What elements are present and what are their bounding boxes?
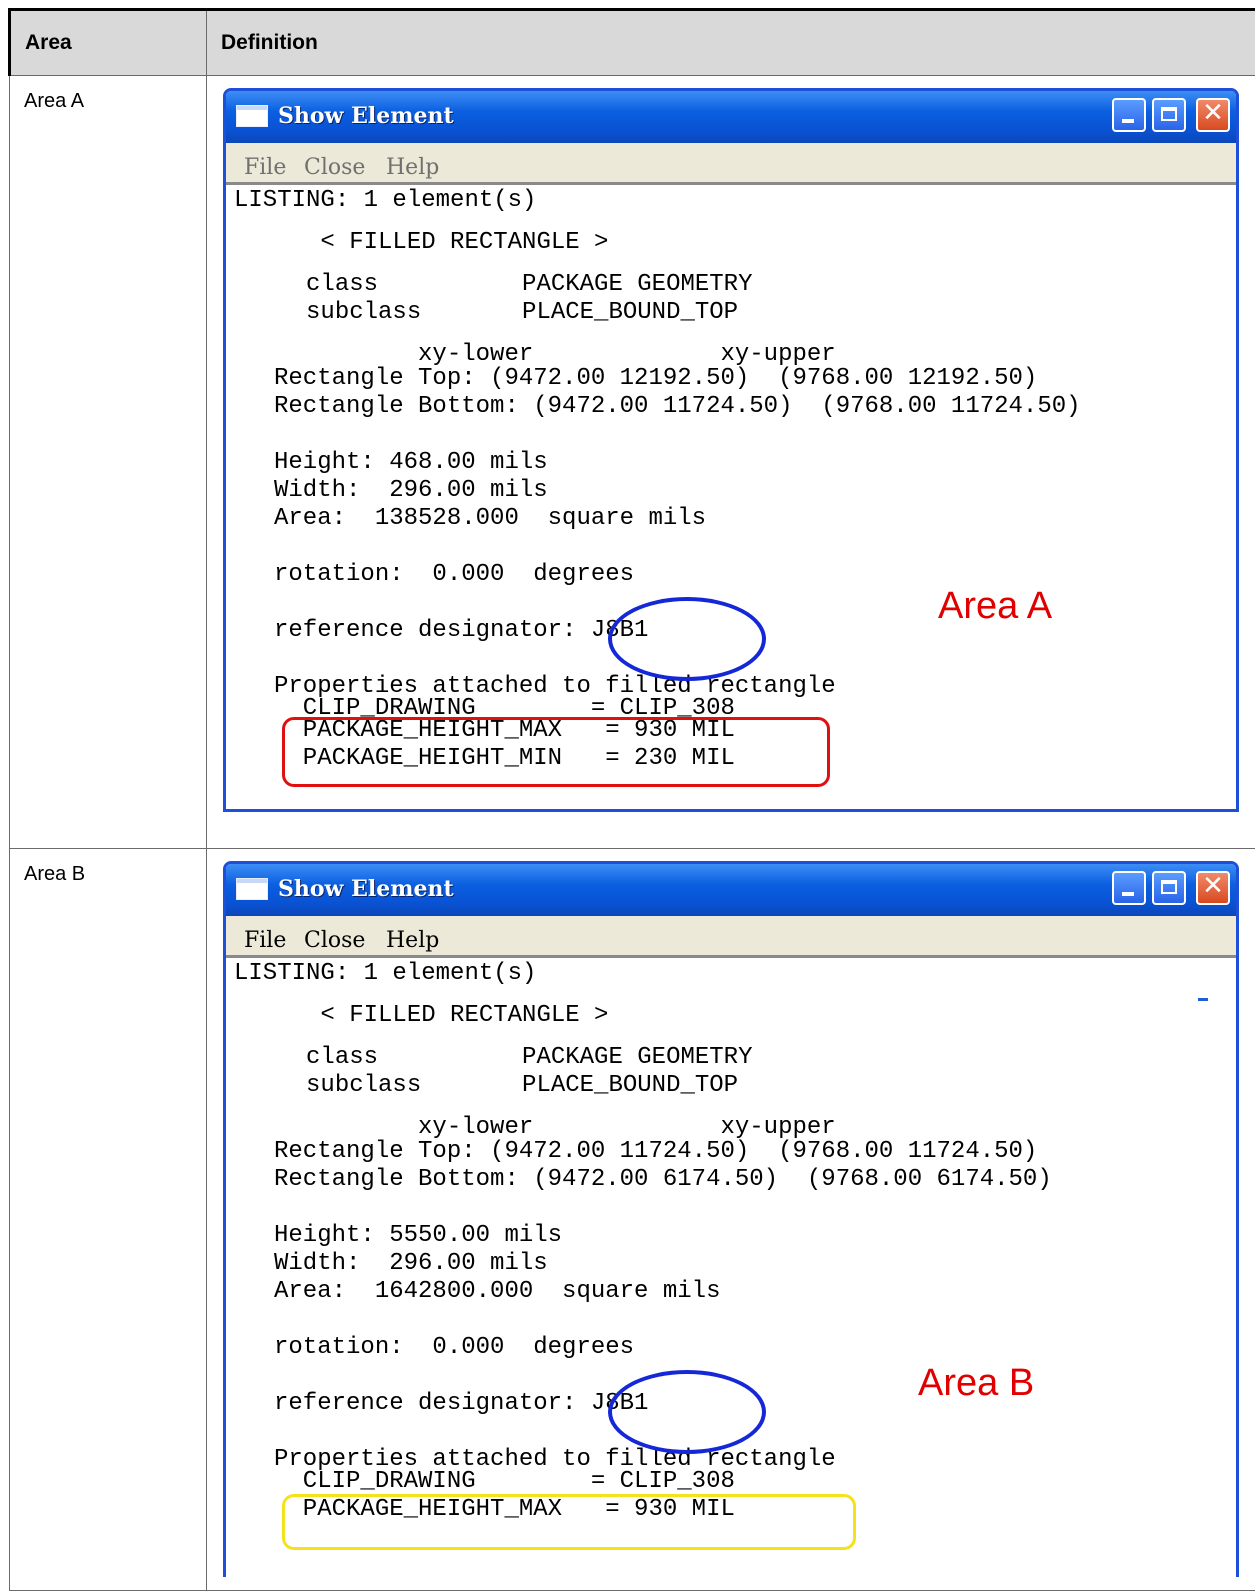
listing-line: class PACKAGE GEOMETRY <box>234 271 752 299</box>
title-bar: Show Element ✕ <box>226 91 1236 143</box>
marker-dash <box>1198 998 1208 1001</box>
window-icon <box>236 878 268 900</box>
menu-help[interactable]: Help <box>386 928 439 953</box>
show-element-window: Show Element ✕ File Close Help LISTING: … <box>223 861 1239 1577</box>
menu-close[interactable]: Close <box>304 928 365 953</box>
listing-line: Height: 468.00 mils <box>274 449 548 477</box>
listing-line: LISTING: 1 element(s) <box>234 187 536 215</box>
close-icon[interactable]: ✕ <box>1196 871 1230 905</box>
listing-line: rotation: 0.000 degrees <box>274 1334 634 1362</box>
listing-line: class PACKAGE GEOMETRY <box>234 1044 752 1072</box>
listing-line: Height: 5550.00 mils <box>274 1222 562 1250</box>
listing-line: < FILLED RECTANGLE > <box>234 1002 608 1030</box>
listing-line: reference designator: J8B1 <box>274 617 648 645</box>
listing-line: Rectangle Bottom: (9472.00 11724.50) (97… <box>274 393 1081 421</box>
maximize-icon[interactable] <box>1152 98 1186 132</box>
listing-line: Rectangle Bottom: (9472.00 6174.50) (976… <box>274 1166 1052 1194</box>
minimize-icon[interactable] <box>1112 871 1146 905</box>
listing-line: Width: 296.00 mils <box>274 477 548 505</box>
definition-cell: Show Element ✕ File Close Help LISTING: … <box>207 849 1255 1591</box>
listing-line: CLIP_DRAWING = CLIP_308 <box>274 1468 735 1496</box>
listing-line: Area: 1642800.000 square mils <box>274 1278 720 1306</box>
listing-line: rotation: 0.000 degrees <box>274 561 634 589</box>
listing-line: < FILLED RECTANGLE > <box>234 229 608 257</box>
listing-line: Area: 138528.000 square mils <box>274 505 706 533</box>
highlight-box <box>282 717 830 787</box>
header-area: Area <box>10 10 207 76</box>
show-element-window: Show Element ✕ File Close Help LISTING: … <box>223 88 1239 812</box>
listing-line: Rectangle Top: (9472.00 12192.50) (9768.… <box>274 365 1037 393</box>
highlight-circle <box>608 1370 766 1454</box>
listing-line: LISTING: 1 element(s) <box>234 960 536 988</box>
menu-help[interactable]: Help <box>386 155 439 180</box>
title-bar: Show Element ✕ <box>226 864 1236 916</box>
listing-line: Rectangle Top: (9472.00 11724.50) (9768.… <box>274 1138 1037 1166</box>
table-row: Area A Show Element ✕ File Close Help LI… <box>10 76 1255 849</box>
maximize-icon[interactable] <box>1152 871 1186 905</box>
header-definition: Definition <box>207 10 1255 76</box>
menu-bar <box>226 143 1236 185</box>
menu-close[interactable]: Close <box>304 155 365 180</box>
minimize-icon[interactable] <box>1112 98 1146 132</box>
highlight-circle <box>608 597 766 681</box>
listing-line: Width: 296.00 mils <box>274 1250 548 1278</box>
menu-file[interactable]: File <box>244 928 286 953</box>
area-annotation: Area B <box>918 1362 1034 1405</box>
listing-text: LISTING: 1 element(s) < FILLED RECTANGLE… <box>234 960 378 1436</box>
close-icon[interactable]: ✕ <box>1196 98 1230 132</box>
area-annotation: Area A <box>938 585 1052 628</box>
table-row: Area B Show Element ✕ File Close Help LI… <box>10 849 1255 1591</box>
listing-line: subclass PLACE_BOUND_TOP <box>234 1072 738 1100</box>
highlight-box <box>282 1494 856 1550</box>
menu-file[interactable]: File <box>244 155 286 180</box>
window-title: Show Element <box>278 876 454 902</box>
window-title: Show Element <box>278 103 454 129</box>
menu-bar <box>226 916 1236 958</box>
listing-line: subclass PLACE_BOUND_TOP <box>234 299 738 327</box>
area-cell: Area B <box>10 849 207 1591</box>
listing-text: LISTING: 1 element(s) < FILLED RECTANGLE… <box>234 187 378 691</box>
definition-cell: Show Element ✕ File Close Help LISTING: … <box>207 76 1255 849</box>
definition-table: Area Definition Area A Show Element ✕ Fi… <box>8 8 1255 1591</box>
area-cell: Area A <box>10 76 207 849</box>
listing-line: reference designator: J8B1 <box>274 1390 648 1418</box>
window-icon <box>236 105 268 127</box>
table-header-row: Area Definition <box>10 10 1255 76</box>
